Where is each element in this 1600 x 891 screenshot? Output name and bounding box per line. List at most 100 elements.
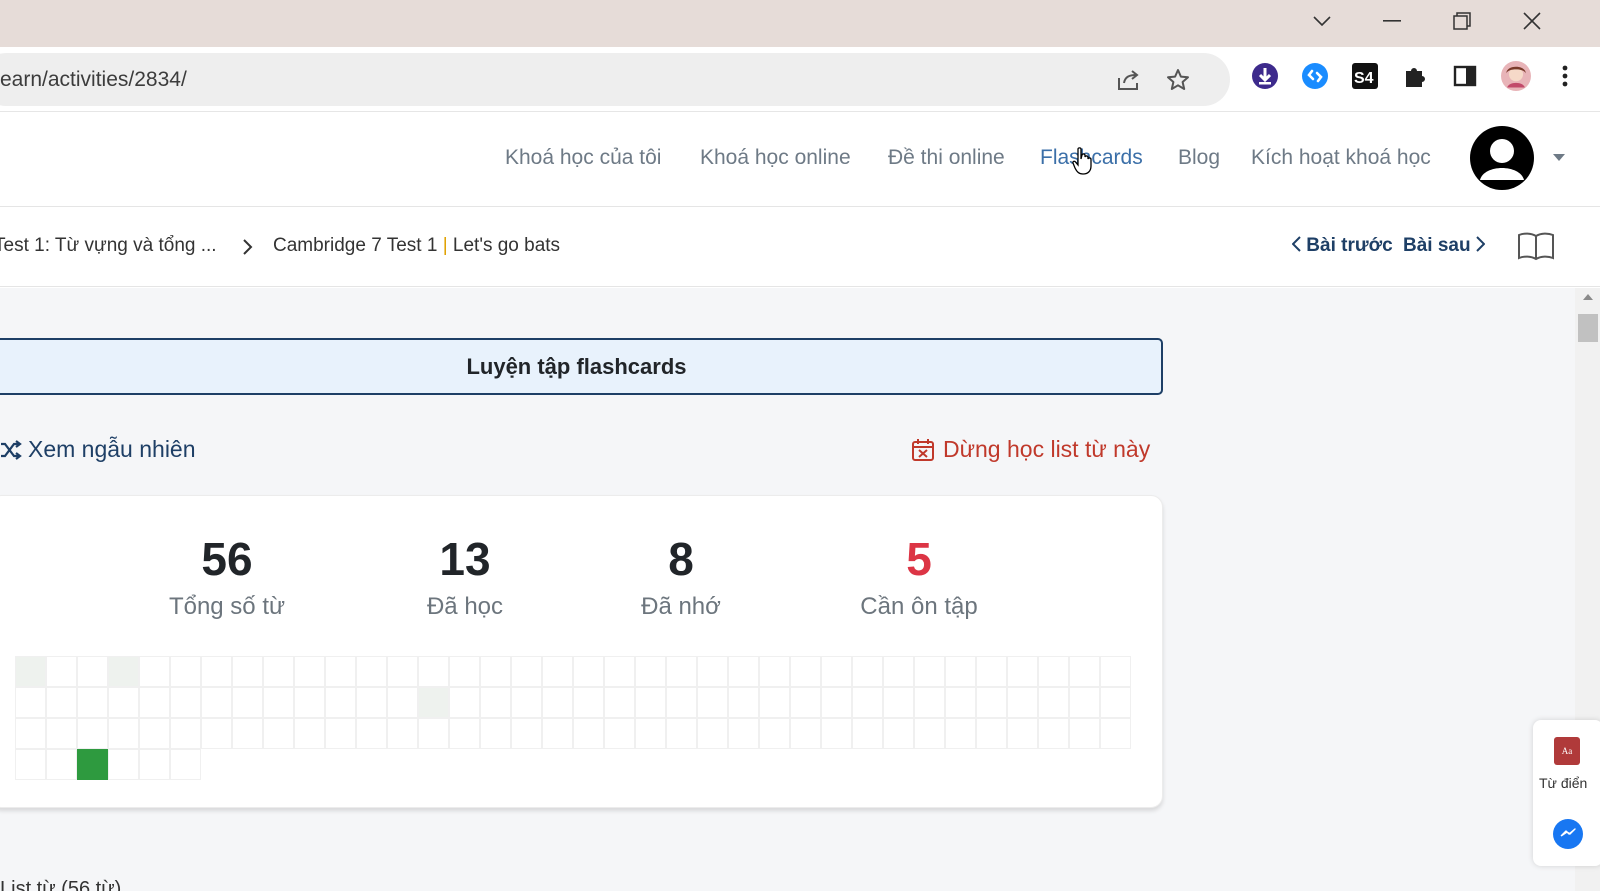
stat-learned: 13 Đã học bbox=[365, 532, 565, 621]
word-cell bbox=[976, 718, 1007, 749]
restore-icon[interactable] bbox=[1442, 6, 1482, 36]
word-cell bbox=[945, 656, 976, 687]
word-cell bbox=[542, 718, 573, 749]
word-cell bbox=[418, 687, 449, 718]
share-icon[interactable] bbox=[1115, 66, 1143, 94]
breadcrumb-parent[interactable]: Test 1: Từ vựng và tổng ... bbox=[0, 235, 217, 257]
word-cell bbox=[139, 687, 170, 718]
word-cell bbox=[77, 749, 108, 780]
word-cell bbox=[635, 656, 666, 687]
word-cell bbox=[573, 656, 604, 687]
word-cell bbox=[418, 718, 449, 749]
word-cell bbox=[976, 687, 1007, 718]
word-cell bbox=[232, 718, 263, 749]
word-cell bbox=[1069, 687, 1100, 718]
word-cell bbox=[201, 718, 232, 749]
word-cell bbox=[635, 718, 666, 749]
stop-learning-link[interactable]: Dừng học list từ này bbox=[911, 436, 1150, 463]
word-cell bbox=[666, 687, 697, 718]
word-cell bbox=[542, 656, 573, 687]
word-list-heading: List từ (56 từ) bbox=[0, 878, 122, 891]
prev-lesson-link[interactable]: Bài trước bbox=[1291, 235, 1393, 257]
messenger-icon[interactable] bbox=[1553, 819, 1583, 849]
breadcrumb-current-prefix: Cambridge 7 Test 1 bbox=[273, 235, 438, 256]
word-cell bbox=[945, 718, 976, 749]
nav-my-courses[interactable]: Khoá học của tôi bbox=[505, 146, 661, 170]
tab-search-chevron-icon[interactable] bbox=[1302, 6, 1342, 36]
word-cell bbox=[77, 656, 108, 687]
word-cell bbox=[46, 749, 77, 780]
nav-activate-course[interactable]: Kích hoạt khoá học bbox=[1251, 146, 1431, 170]
word-cell bbox=[821, 718, 852, 749]
word-cell bbox=[139, 749, 170, 780]
next-lesson-label: Bài sau bbox=[1403, 235, 1471, 256]
s4-extension-icon[interactable]: S4 bbox=[1350, 61, 1380, 91]
word-cell bbox=[325, 656, 356, 687]
puzzle-icon[interactable] bbox=[1400, 61, 1430, 91]
word-cell bbox=[1038, 718, 1069, 749]
next-lesson-link[interactable]: Bài sau bbox=[1403, 235, 1486, 257]
word-cell bbox=[449, 656, 480, 687]
minimize-icon[interactable] bbox=[1372, 6, 1412, 36]
nav-blog[interactable]: Blog bbox=[1178, 146, 1220, 170]
word-cell bbox=[914, 687, 945, 718]
more-vert-icon[interactable] bbox=[1550, 61, 1580, 91]
dictionary-icon[interactable]: Aa bbox=[1554, 737, 1580, 765]
word-cell bbox=[356, 718, 387, 749]
word-cell bbox=[46, 687, 77, 718]
word-cell bbox=[1069, 718, 1100, 749]
word-cell bbox=[15, 687, 46, 718]
word-cell bbox=[790, 718, 821, 749]
user-avatar[interactable] bbox=[1470, 126, 1534, 190]
word-cell bbox=[511, 718, 542, 749]
word-cell bbox=[1100, 656, 1131, 687]
word-cell bbox=[697, 718, 728, 749]
star-icon[interactable] bbox=[1164, 66, 1192, 94]
practice-flashcards-button[interactable]: Luyện tập flashcards bbox=[0, 338, 1163, 395]
shuffle-link[interactable]: Xem ngẫu nhiên bbox=[0, 436, 196, 463]
word-cell bbox=[46, 718, 77, 749]
word-cell bbox=[511, 687, 542, 718]
word-cell bbox=[573, 687, 604, 718]
chevron-left-icon bbox=[1291, 236, 1301, 252]
scroll-thumb[interactable] bbox=[1578, 314, 1598, 342]
word-cell bbox=[139, 718, 170, 749]
user-menu-caret-icon[interactable] bbox=[1553, 154, 1565, 161]
stat-review: 5 Cần ôn tập bbox=[819, 532, 1019, 621]
word-cell bbox=[728, 687, 759, 718]
nav-online-tests[interactable]: Đề thi online bbox=[888, 146, 1005, 170]
word-cell bbox=[635, 687, 666, 718]
word-cell bbox=[511, 656, 542, 687]
word-cell bbox=[604, 656, 635, 687]
word-cell bbox=[449, 718, 480, 749]
word-cell bbox=[604, 687, 635, 718]
chevron-right-icon bbox=[1476, 236, 1486, 252]
download-extension-icon[interactable] bbox=[1250, 61, 1280, 91]
stat-remembered: 8 Đã nhớ bbox=[581, 532, 781, 621]
breadcrumb-separator: | bbox=[442, 235, 448, 256]
word-cell bbox=[759, 687, 790, 718]
shazam-extension-icon[interactable] bbox=[1300, 61, 1330, 91]
word-cell bbox=[263, 718, 294, 749]
url-text[interactable]: earn/activities/2834/ bbox=[0, 68, 187, 92]
scroll-up-icon[interactable] bbox=[1583, 294, 1593, 300]
stat-remembered-label: Đã nhớ bbox=[641, 593, 721, 621]
address-bar[interactable]: earn/activities/2834/ bbox=[0, 53, 1230, 106]
word-cell bbox=[356, 656, 387, 687]
nav-online-courses[interactable]: Khoá học online bbox=[700, 146, 851, 170]
close-icon[interactable] bbox=[1512, 6, 1552, 36]
sidepanel-icon[interactable] bbox=[1450, 61, 1480, 91]
word-cell bbox=[1038, 656, 1069, 687]
word-cell bbox=[325, 687, 356, 718]
word-cell bbox=[1069, 656, 1100, 687]
stat-review-value: 5 bbox=[906, 533, 932, 585]
word-cell bbox=[170, 718, 201, 749]
dictionary-label[interactable]: Từ điển bbox=[1539, 775, 1587, 791]
word-cell bbox=[1007, 687, 1038, 718]
word-cell bbox=[666, 656, 697, 687]
word-cell bbox=[945, 687, 976, 718]
book-icon[interactable] bbox=[1517, 231, 1555, 266]
site-header: Khoá học của tôi Khoá học online Đề thi … bbox=[0, 112, 1600, 207]
breadcrumb-current: Cambridge 7 Test 1 | Let's go bats bbox=[273, 235, 560, 257]
profile-avatar[interactable] bbox=[1501, 61, 1531, 91]
